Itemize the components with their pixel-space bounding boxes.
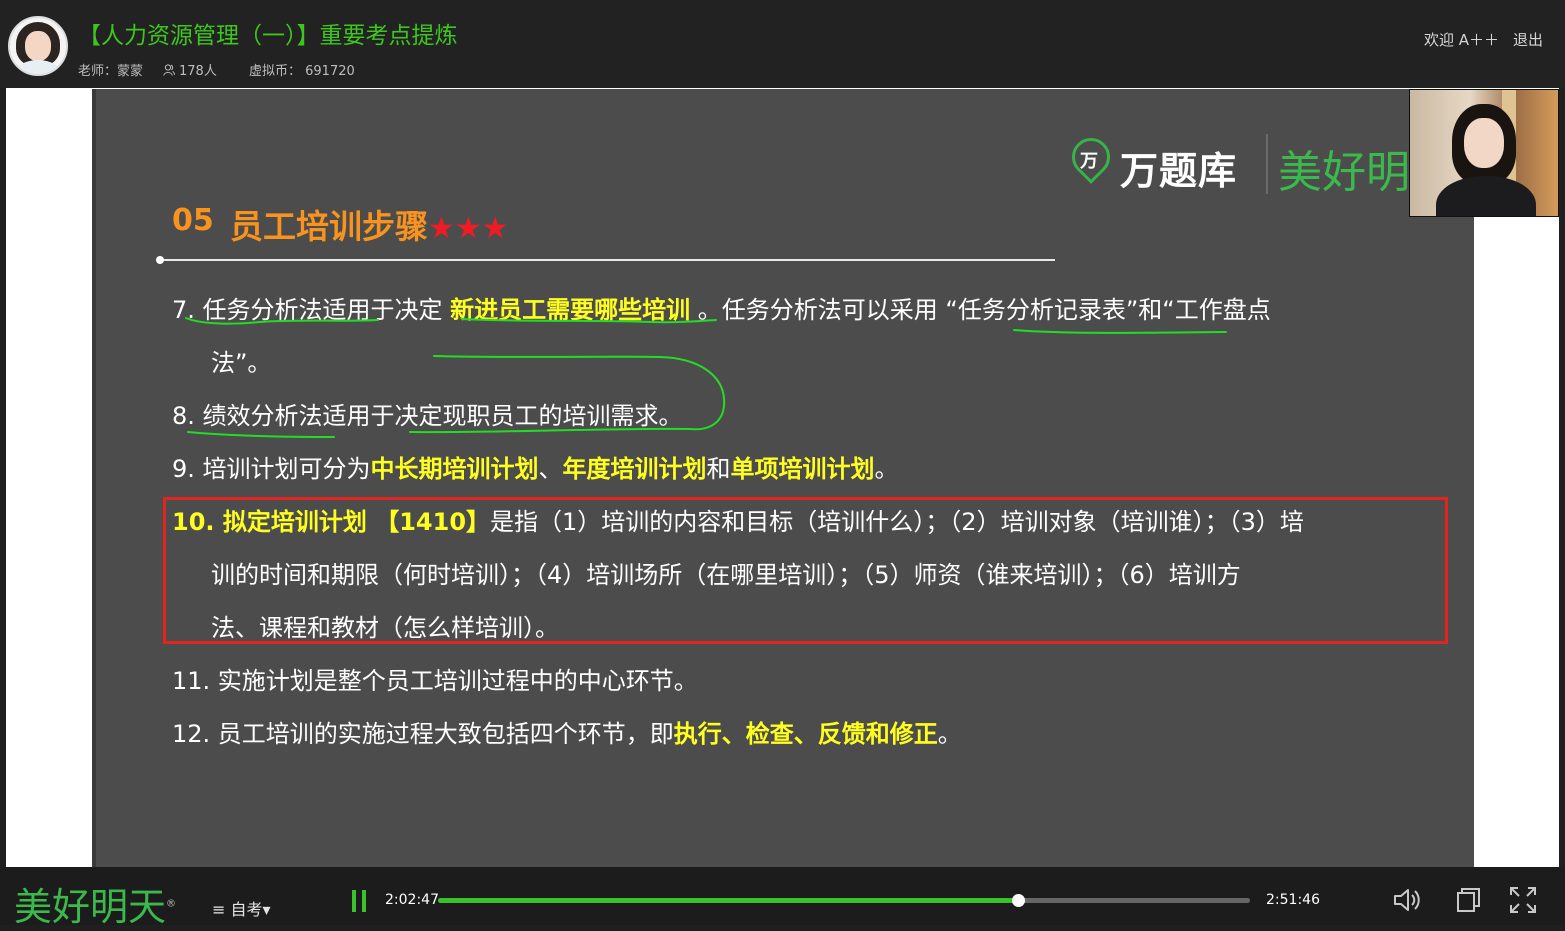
importance-stars: ★★★	[428, 211, 509, 246]
user-icon	[163, 64, 175, 76]
brand-divider	[1266, 134, 1268, 194]
teacher-webcam[interactable]	[1409, 89, 1559, 217]
progress-knob[interactable]	[1011, 894, 1025, 907]
picture-in-picture-icon[interactable]	[1452, 884, 1484, 916]
teacher-avatar	[8, 16, 68, 76]
slide-item-8: 8. 绩效分析法适用于决定现职员工的培训需求。	[172, 402, 683, 430]
fullscreen-icon[interactable]	[1507, 884, 1539, 916]
pause-icon[interactable]	[352, 890, 370, 912]
progress-bar[interactable]	[438, 894, 1250, 907]
category-menu[interactable]: ≡ 自考▾	[212, 896, 271, 920]
virtual-coins: 虚拟币： 691720	[249, 64, 355, 79]
top-header: 【人力资源管理（一）】重要考点提炼 老师：蒙蒙 178人 虚拟币： 691720…	[0, 0, 1565, 88]
brand-name-secondary: 美好明	[1278, 147, 1410, 198]
logout-link[interactable]: 退出	[1513, 29, 1543, 50]
slide-item-11: 11. 实施计划是整个员工培训过程中的中心环节。	[172, 667, 698, 695]
section-divider	[160, 259, 1055, 261]
section-title: 员工培训步骤★★★	[230, 207, 509, 246]
progress-fill	[438, 898, 1018, 903]
site-logo: 美好明天®	[14, 885, 177, 929]
total-time: 2:51:46	[1266, 892, 1320, 908]
slide-item-12: 12. 员工培训的实施过程大致包括四个环节，即执行、检查、反馈和修正。	[172, 720, 962, 748]
section-number: 05	[172, 203, 214, 238]
highlight-box	[163, 497, 1448, 644]
divider-dot	[156, 256, 164, 264]
viewer-count: 178人	[163, 60, 217, 79]
welcome-text: 欢迎 A＋＋	[1424, 31, 1500, 49]
brand-name: 万题库	[1120, 149, 1238, 193]
slide-item-7: 7. 任务分析法适用于决定 新进员工需要哪些培训 。任务分析法可以采用 “任务分…	[172, 296, 1271, 324]
slide-item-7-cont: 法”。	[211, 349, 272, 377]
slide-item-9: 9. 培训计划可分为中长期培训计划、年度培训计划和单项培训计划。	[172, 455, 899, 483]
teacher-name: 老师：蒙蒙	[78, 64, 144, 79]
current-time: 2:02:47	[385, 892, 439, 908]
brand-icon-text: 万	[1080, 151, 1098, 172]
course-title: 【人力资源管理（一）】重要考点提炼	[78, 23, 458, 49]
volume-icon[interactable]	[1391, 884, 1423, 916]
